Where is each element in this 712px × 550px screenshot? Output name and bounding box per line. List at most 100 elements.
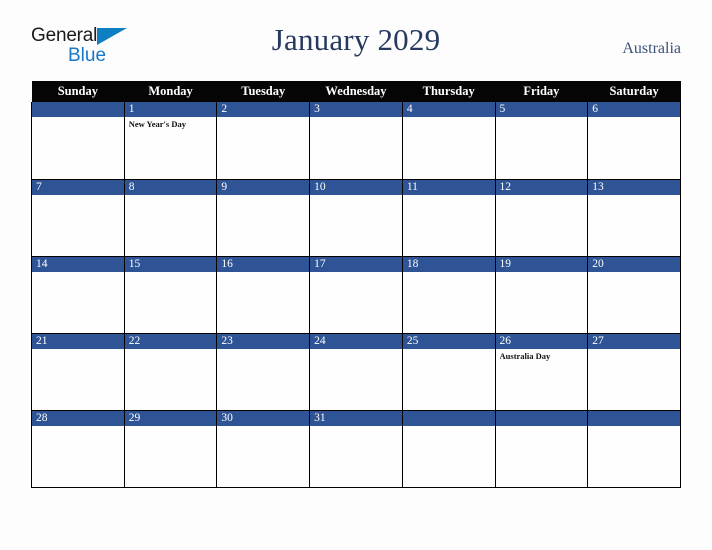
calendar-day-cell[interactable]: 25 <box>401 333 496 411</box>
calendar-day-cell[interactable]: 23 <box>216 333 311 411</box>
calendar-day-cell[interactable]: 24 <box>309 333 403 411</box>
calendar-day-cell[interactable]: 8 <box>123 179 218 257</box>
day-cell-inner: 25 <box>402 333 495 410</box>
day-cell-inner <box>32 102 124 179</box>
day-number: 2 <box>217 102 310 117</box>
day-cell-inner: 4 <box>402 102 495 179</box>
calendar-day-cell[interactable]: 22 <box>123 333 218 411</box>
calendar-day-cell[interactable]: 6 <box>587 102 681 180</box>
day-events <box>32 195 124 197</box>
calendar-day-cell[interactable]: 18 <box>401 256 496 334</box>
calendar-week-row: 14 15 16 17 18 19 20 <box>31 256 681 334</box>
calendar-day-cell[interactable]: 5 <box>494 102 589 180</box>
day-cell-inner: 17 <box>310 256 402 333</box>
holiday-label: Australia Day <box>499 350 551 361</box>
calendar-day-cell[interactable]: 12 <box>494 179 589 257</box>
calendar-day-cell[interactable]: 9 <box>216 179 311 257</box>
day-cell-inner: 12 <box>495 179 588 256</box>
calendar-day-cell[interactable]: 4 <box>401 102 496 180</box>
day-number: 22 <box>124 333 217 349</box>
day-number: 4 <box>402 102 495 117</box>
day-cell-inner: 13 <box>588 179 680 256</box>
day-cell-inner: 8 <box>124 179 217 256</box>
calendar-day-cell[interactable]: 28 <box>31 410 125 488</box>
day-events <box>403 426 495 428</box>
day-number: 20 <box>588 256 680 272</box>
day-events <box>32 349 124 351</box>
day-cell-inner: 24 <box>310 333 402 410</box>
day-header-thursday: Thursday <box>402 81 496 102</box>
day-cell-inner: 18 <box>402 256 495 333</box>
calendar-day-cell[interactable]: 13 <box>587 179 681 257</box>
day-cell-inner <box>495 410 588 487</box>
calendar-day-cell[interactable]: 21 <box>31 333 125 411</box>
calendar-day-cell[interactable]: 20 <box>587 256 681 334</box>
day-number: 3 <box>310 102 402 117</box>
calendar-day-cell[interactable]: 30 <box>216 410 311 488</box>
calendar-day-cell[interactable]: 11 <box>401 179 496 257</box>
day-number: 8 <box>124 179 217 195</box>
calendar-day-cell[interactable]: 3 <box>309 102 403 180</box>
day-events <box>403 272 495 274</box>
day-header-monday: Monday <box>124 81 217 102</box>
day-header-sunday: Sunday <box>31 81 125 102</box>
calendar-empty-cell <box>401 410 496 488</box>
calendar-week-row: 1 New Year's Day 2 3 4 5 6 <box>31 102 681 180</box>
day-cell-inner: 27 <box>588 333 680 410</box>
day-events <box>588 426 680 428</box>
day-events: New Year's Day <box>125 117 217 129</box>
day-events <box>588 272 680 274</box>
day-events <box>217 195 309 197</box>
calendar-week-row: 7 8 9 10 11 12 13 <box>31 179 681 257</box>
day-cell-inner <box>588 410 680 487</box>
day-header-tuesday: Tuesday <box>216 81 310 102</box>
calendar-day-cell[interactable]: 10 <box>309 179 403 257</box>
day-number: 24 <box>310 333 402 349</box>
day-number: 12 <box>495 179 588 195</box>
calendar-day-cell[interactable]: 2 <box>216 102 311 180</box>
day-number <box>32 102 124 117</box>
day-number: 21 <box>32 333 124 349</box>
day-cell-inner: 26 Australia Day <box>495 333 588 410</box>
day-number: 30 <box>217 410 310 426</box>
day-number: 14 <box>32 256 124 272</box>
day-events <box>496 272 588 274</box>
calendar-day-cell[interactable]: 7 <box>31 179 125 257</box>
page-title: January 2029 <box>271 22 441 57</box>
day-events <box>496 117 588 119</box>
calendar-day-cell[interactable]: 15 <box>123 256 218 334</box>
day-number: 17 <box>310 256 402 272</box>
calendar-day-cell[interactable]: 31 <box>309 410 403 488</box>
calendar-day-cell[interactable]: 16 <box>216 256 311 334</box>
day-events <box>310 117 402 119</box>
day-cell-inner: 11 <box>402 179 495 256</box>
calendar-day-cell[interactable]: 17 <box>309 256 403 334</box>
calendar-day-cell[interactable]: 1 New Year's Day <box>123 102 218 180</box>
day-number: 28 <box>32 410 124 426</box>
calendar-day-cell[interactable]: 19 <box>494 256 589 334</box>
page-header: General Blue January 2029 Australia <box>31 22 681 72</box>
day-number: 10 <box>310 179 402 195</box>
day-number: 25 <box>402 333 495 349</box>
day-events <box>310 426 402 428</box>
day-cell-inner: 1 New Year's Day <box>124 102 217 179</box>
calendar-day-cell[interactable]: 29 <box>123 410 218 488</box>
calendar-week-row: 28 29 30 31 <box>31 410 681 488</box>
day-cell-inner: 16 <box>217 256 310 333</box>
day-number <box>495 410 588 426</box>
day-events <box>310 349 402 351</box>
day-number: 13 <box>588 179 680 195</box>
calendar-empty-cell <box>31 102 125 180</box>
day-events <box>403 349 495 351</box>
day-cell-inner: 14 <box>32 256 124 333</box>
day-cell-inner: 23 <box>217 333 310 410</box>
day-cell-inner: 30 <box>217 410 310 487</box>
day-events <box>588 195 680 197</box>
calendar-day-cell[interactable]: 14 <box>31 256 125 334</box>
calendar-day-cell[interactable]: 26 Australia Day <box>494 333 589 411</box>
day-events <box>496 426 588 428</box>
calendar-day-cell[interactable]: 27 <box>587 333 681 411</box>
region-label: Australia <box>622 40 681 57</box>
day-cell-inner: 9 <box>217 179 310 256</box>
day-number: 11 <box>402 179 495 195</box>
